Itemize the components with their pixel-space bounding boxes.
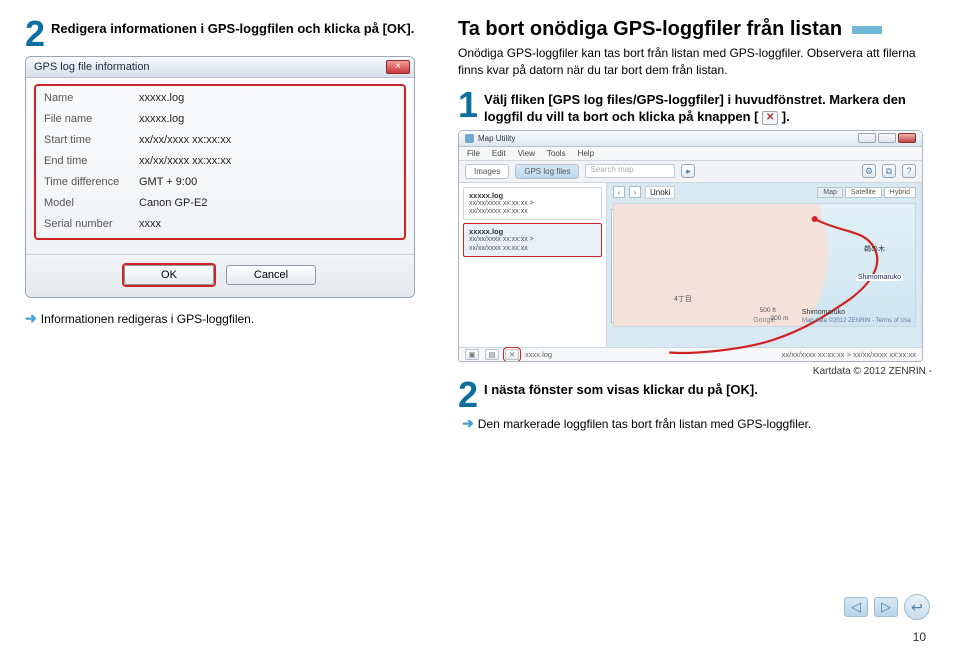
map-utility-window: Map Utility File Edit View Tools Help Im… [458, 130, 923, 362]
left-note-text: Informationen redigeras i GPS-loggfilen. [41, 312, 254, 326]
arrow-icon: ➜ [25, 310, 37, 327]
cancel-button[interactable]: Cancel [226, 265, 316, 285]
start-time-label: Start time [44, 134, 139, 146]
dialog-title-text: GPS log file information [34, 61, 150, 73]
step-1-text-a: Välj fliken [GPS log files/GPS-loggfiler… [484, 92, 906, 125]
step-2-text: Redigera informationen i GPS-loggfilen o… [51, 18, 414, 38]
log-item-2-line1: xx/xx/xxxx xx:xx:xx > [469, 236, 596, 244]
prev-page-icon[interactable]: ◁ [844, 597, 868, 617]
map-canvas[interactable]: 鵜の木 Shimomaruko 4丁目 Shimomaruko Google 5… [613, 203, 916, 327]
maptype-map[interactable]: Map [817, 187, 843, 198]
mu-toolbar: Images GPS log files Search map ▸ ⚙ ⧉ ? [459, 161, 922, 183]
nav-right-icon[interactable]: › [629, 186, 641, 198]
model-label: Model [44, 197, 139, 209]
serial-label: Serial number [44, 218, 139, 230]
map-attribution: Map data ©2012 ZENRIN - Terms of Use [802, 318, 911, 324]
name-value: xxxxx.log [139, 92, 396, 104]
name-label: Name [44, 92, 139, 104]
log-item-2-line2: xx/xx/xxxx xx:xx:xx [469, 245, 596, 253]
tab-gps-log-files[interactable]: GPS log files [515, 164, 579, 179]
gps-log-file-info-dialog: GPS log file information × Name xxxxx.lo… [25, 56, 415, 298]
status-btn-2[interactable]: ▤ [485, 349, 499, 360]
filename-label: File name [44, 113, 139, 125]
scale-ft: 500 ft [760, 307, 776, 314]
highlighted-fields-group: Name xxxxx.log File name xxxxx.log Start… [34, 84, 406, 240]
step-1-number: 1 [458, 89, 478, 121]
page-number: 10 [913, 630, 926, 644]
place-label-shimomaruko-2: Shimomaruko [802, 309, 845, 316]
start-time-value: xx/xx/xxxx xx:xx:xx [139, 134, 396, 146]
maximize-icon[interactable] [878, 133, 896, 143]
dialog-titlebar: GPS log file information × [26, 57, 414, 78]
log-file-list: xxxxx.log xx/xx/xxxx xx:xx:xx > xx/xx/xx… [459, 183, 607, 347]
log-item-1-name: xxxxx.log [469, 191, 596, 200]
place-label-shimomaruko: Shimomaruko [856, 274, 903, 281]
mu-menubar: File Edit View Tools Help [459, 147, 922, 161]
intro-text: Onödiga GPS-loggfiler kan tas bort från … [458, 45, 932, 79]
right-note2-text: Den markerade loggfilen tas bort från li… [478, 417, 812, 431]
heading-bar-icon [852, 26, 882, 34]
serial-value: xxxx [139, 218, 396, 230]
next-page-icon[interactable]: ▷ [874, 597, 898, 617]
place-label-47: 4丁目 [674, 294, 692, 304]
toolbar-help-button[interactable]: ? [902, 164, 916, 178]
menu-help[interactable]: Help [578, 149, 594, 158]
filename-value: xxxxx.log [139, 113, 396, 125]
status-left-text: xxxx.log [525, 350, 552, 359]
close-icon[interactable]: × [386, 60, 410, 74]
status-btn-1[interactable]: ▣ [465, 349, 479, 360]
pdf-nav-icons: ◁ ▷ ↩ [844, 594, 930, 620]
search-go-button[interactable]: ▸ [681, 164, 695, 178]
ok-button[interactable]: OK [124, 265, 214, 285]
map-credit: Kartdata © 2012 ZENRIN - [458, 366, 932, 377]
mu-titlebar: Map Utility [459, 131, 922, 147]
log-item-2-name: xxxxx.log [469, 227, 596, 236]
step-2c-number: 2 [458, 379, 478, 411]
mu-app-icon [465, 134, 474, 143]
step-2-number: 2 [25, 18, 45, 50]
end-time-value: xx/xx/xxxx xx:xx:xx [139, 155, 396, 167]
section-heading: Ta bort onödiga GPS-loggfiler från lista… [458, 18, 842, 41]
log-item-2-selected[interactable]: xxxxx.log xx/xx/xxxx xx:xx:xx > xx/xx/xx… [463, 223, 602, 257]
map-pane[interactable]: ‹ › Unoki Map Satellite Hybrid [607, 183, 922, 347]
log-item-1-line1: xx/xx/xxxx xx:xx:xx > [469, 200, 596, 208]
close-window-icon[interactable] [898, 133, 916, 143]
log-item-1-line2: xx/xx/xxxx xx:xx:xx [469, 208, 596, 216]
step-1-text-b: ]. [782, 109, 790, 124]
maptype-satellite[interactable]: Satellite [845, 187, 882, 198]
log-item-1[interactable]: xxxxx.log xx/xx/xxxx xx:xx:xx > xx/xx/xx… [463, 187, 602, 221]
time-diff-value: GMT + 9:00 [139, 176, 396, 188]
search-input[interactable]: Search map [585, 164, 675, 178]
step-2c-text: I nästa fönster som visas klickar du på … [484, 379, 758, 399]
toolbar-button-2[interactable]: ⧉ [882, 164, 896, 178]
time-diff-label: Time difference [44, 176, 139, 188]
menu-file[interactable]: File [467, 149, 480, 158]
menu-edit[interactable]: Edit [492, 149, 506, 158]
tab-images[interactable]: Images [465, 164, 509, 179]
end-time-label: End time [44, 155, 139, 167]
scale-m: 200 m [771, 315, 789, 322]
model-value: Canon GP-E2 [139, 197, 396, 209]
mu-title-text: Map Utility [478, 134, 515, 143]
menu-view[interactable]: View [518, 149, 535, 158]
step-1-text: Välj fliken [GPS log files/GPS-loggfiler… [484, 89, 932, 126]
delete-log-button[interactable]: ✕ [505, 349, 519, 360]
minimize-icon[interactable] [858, 133, 876, 143]
maptype-hybrid[interactable]: Hybrid [884, 187, 916, 198]
location-label: Unoki [645, 186, 675, 199]
arrow-icon-2: ➜ [462, 415, 474, 432]
return-icon[interactable]: ↩ [904, 594, 930, 620]
menu-tools[interactable]: Tools [547, 149, 566, 158]
place-label-1: 鵜の木 [864, 244, 885, 254]
delete-icon: ✕ [762, 111, 778, 125]
gps-route-line [614, 204, 915, 362]
nav-left-icon[interactable]: ‹ [613, 186, 625, 198]
toolbar-button-1[interactable]: ⚙ [862, 164, 876, 178]
